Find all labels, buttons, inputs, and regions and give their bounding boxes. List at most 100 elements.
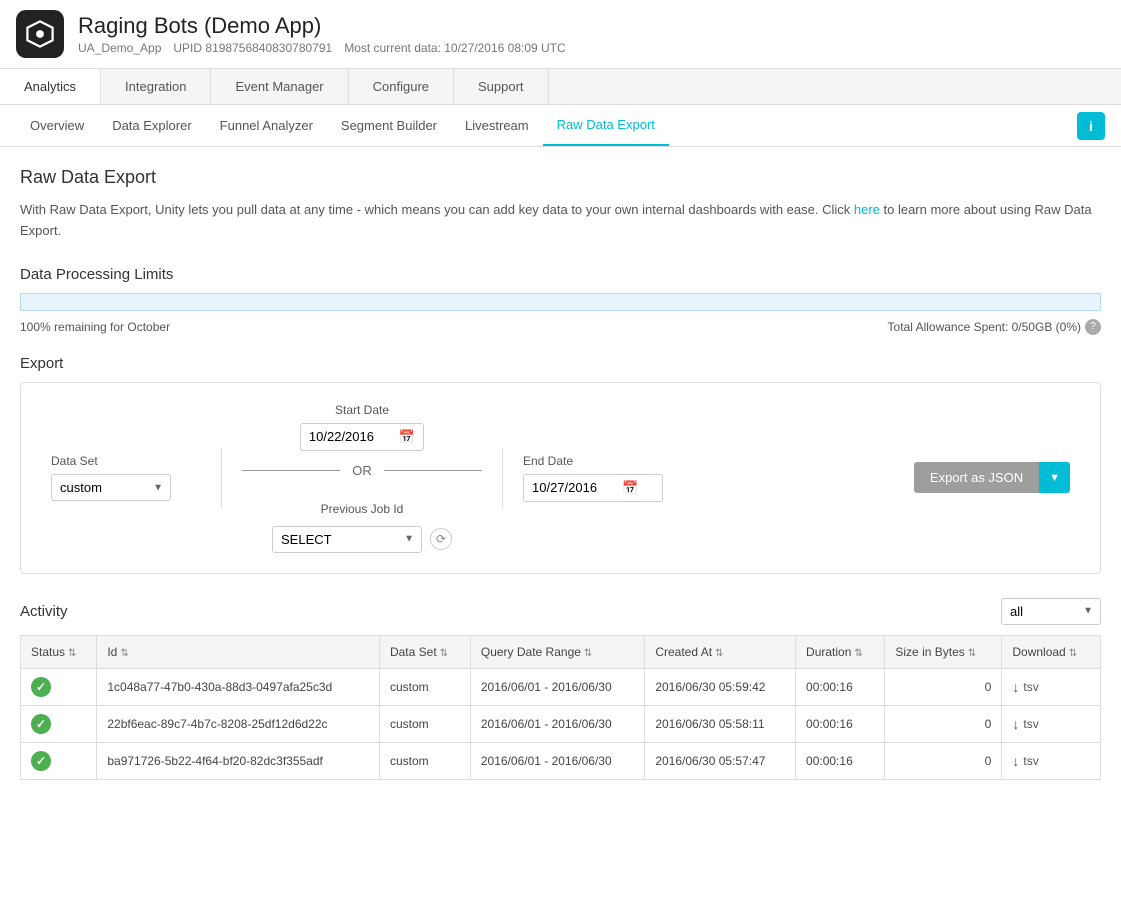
download-link-0[interactable]: ↓ tsv: [1012, 679, 1090, 695]
start-date-input[interactable]: [309, 429, 399, 444]
sub-nav-raw-data-export[interactable]: Raw Data Export: [543, 105, 669, 146]
sort-icon-download[interactable]: ⇅: [1069, 648, 1077, 659]
allowance-help-icon[interactable]: ?: [1085, 319, 1101, 335]
col-created-at: Created At⇅: [645, 635, 796, 668]
sort-icon-id[interactable]: ⇅: [120, 648, 128, 659]
cell-size-1: 0: [885, 705, 1002, 742]
status-check-0: ✓: [31, 677, 51, 697]
prev-job-select-wrapper: SELECT ▼: [272, 526, 422, 553]
end-date-input[interactable]: [532, 480, 622, 495]
cell-duration-1: 00:00:16: [796, 705, 885, 742]
app-header: Raging Bots (Demo App) UA_Demo_App UPID …: [0, 0, 1121, 69]
sort-icon-dataset[interactable]: ⇅: [440, 648, 448, 659]
cell-date-range-2: 2016/06/01 - 2016/06/30: [470, 742, 644, 779]
cell-duration-0: 00:00:16: [796, 668, 885, 705]
cell-status-0: ✓: [21, 668, 97, 705]
export-title: Export: [20, 355, 1101, 372]
app-meta: UA_Demo_App UPID 8198756840830780791 Mos…: [78, 41, 566, 55]
or-line-left: [242, 470, 340, 471]
col-dataset: Data Set⇅: [379, 635, 470, 668]
cell-created-at-0: 2016/06/30 05:59:42: [645, 668, 796, 705]
app-meta-upid: UPID 8198756840830780791: [173, 41, 332, 55]
activity-table: Status⇅ Id⇅ Data Set⇅ Query Date Range⇅ …: [20, 635, 1101, 780]
top-nav: Analytics Integration Event Manager Conf…: [0, 69, 1121, 105]
col-id: Id⇅: [97, 635, 380, 668]
dataset-label: Data Set: [51, 454, 201, 468]
sort-icon-status[interactable]: ⇅: [68, 648, 76, 659]
sub-nav-overview[interactable]: Overview: [16, 106, 98, 145]
progress-bar-container: [20, 293, 1101, 311]
dataset-col: Data Set custom appRunning deviceInfo ▼: [41, 454, 221, 501]
cell-date-range-1: 2016/06/01 - 2016/06/30: [470, 705, 644, 742]
progress-allowance: Total Allowance Spent: 0/50GB (0%) ?: [888, 319, 1101, 335]
cell-date-range-0: 2016/06/01 - 2016/06/30: [470, 668, 644, 705]
start-date-calendar-icon[interactable]: 📅: [399, 429, 415, 445]
export-btn-col: Export as JSON ▼: [914, 462, 1080, 493]
sub-nav-data-explorer[interactable]: Data Explorer: [98, 106, 205, 145]
cell-download-0: ↓ tsv: [1002, 668, 1101, 705]
sub-nav-livestream[interactable]: Livestream: [451, 106, 543, 145]
cell-size-2: 0: [885, 742, 1002, 779]
col-date-range: Query Date Range⇅: [470, 635, 644, 668]
app-name: Raging Bots (Demo App): [78, 13, 566, 39]
app-title-block: Raging Bots (Demo App) UA_Demo_App UPID …: [78, 13, 566, 55]
cell-duration-2: 00:00:16: [796, 742, 885, 779]
col-size: Size in Bytes⇅: [885, 635, 1002, 668]
sort-icon-created-at[interactable]: ⇅: [715, 648, 723, 659]
cell-id-0: 1c048a77-47b0-430a-88d3-0497afa25c3d: [97, 668, 380, 705]
sub-nav-segment-builder[interactable]: Segment Builder: [327, 106, 451, 145]
export-btn-group: Export as JSON ▼: [914, 462, 1070, 493]
col-download: Download⇅: [1002, 635, 1101, 668]
table-row: ✓ 1c048a77-47b0-430a-88d3-0497afa25c3d c…: [21, 668, 1101, 705]
download-link-1[interactable]: ↓ tsv: [1012, 716, 1090, 732]
sort-icon-size[interactable]: ⇅: [968, 648, 976, 659]
export-json-button[interactable]: Export as JSON: [914, 462, 1039, 493]
cell-download-2: ↓ tsv: [1002, 742, 1101, 779]
progress-meta: 100% remaining for October Total Allowan…: [20, 319, 1101, 335]
sort-icon-duration[interactable]: ⇅: [854, 648, 862, 659]
or-line-right: [384, 470, 482, 471]
activity-title: Activity: [20, 603, 68, 620]
or-section: Start Date 📅 OR Previous Job Id SELECT ▼…: [222, 403, 502, 553]
export-dropdown-button[interactable]: ▼: [1039, 462, 1070, 493]
col-status: Status⇅: [21, 635, 97, 668]
start-date-input-wrapper: 📅: [300, 423, 424, 451]
dataset-select[interactable]: custom appRunning deviceInfo: [51, 474, 171, 501]
activity-filter: all completed failed running ▼: [1001, 598, 1101, 625]
export-box: Data Set custom appRunning deviceInfo ▼ …: [20, 382, 1101, 574]
end-date-col: End Date 📅: [503, 454, 683, 502]
top-nav-tab-support[interactable]: Support: [454, 69, 549, 104]
sub-nav: Overview Data Explorer Funnel Analyzer S…: [0, 105, 1121, 147]
main-content: Raw Data Export With Raw Data Export, Un…: [0, 147, 1121, 800]
prev-job-refresh-button[interactable]: ⟳: [430, 528, 452, 550]
dataset-select-wrapper: custom appRunning deviceInfo ▼: [51, 474, 171, 501]
info-button[interactable]: i: [1077, 112, 1105, 140]
activity-filter-select[interactable]: all completed failed running: [1001, 598, 1101, 625]
app-logo: [16, 10, 64, 58]
desc-link[interactable]: here: [854, 202, 880, 217]
page-description: With Raw Data Export, Unity lets you pul…: [20, 200, 1101, 242]
top-nav-tab-integration[interactable]: Integration: [101, 69, 211, 104]
app-meta-name: UA_Demo_App: [78, 41, 161, 55]
table-row: ✓ 22bf6eac-89c7-4b7c-8208-25df12d6d22c c…: [21, 705, 1101, 742]
cell-dataset-0: custom: [379, 668, 470, 705]
end-date-label: End Date: [523, 454, 663, 468]
app-meta-data: Most current data: 10/27/2016 08:09 UTC: [344, 41, 565, 55]
col-duration: Duration⇅: [796, 635, 885, 668]
end-date-calendar-icon[interactable]: 📅: [622, 480, 638, 496]
table-header-row: Status⇅ Id⇅ Data Set⇅ Query Date Range⇅ …: [21, 635, 1101, 668]
or-text: OR: [340, 463, 384, 478]
sort-icon-date-range[interactable]: ⇅: [584, 648, 592, 659]
prev-job-select[interactable]: SELECT: [272, 526, 422, 553]
start-date-label: Start Date: [335, 403, 389, 417]
cell-dataset-1: custom: [379, 705, 470, 742]
sub-nav-funnel-analyzer[interactable]: Funnel Analyzer: [206, 106, 327, 145]
top-nav-tab-configure[interactable]: Configure: [349, 69, 454, 104]
top-nav-tab-event-manager[interactable]: Event Manager: [211, 69, 348, 104]
cell-status-1: ✓: [21, 705, 97, 742]
table-row: ✓ ba971726-5b22-4f64-bf20-82dc3f355adf c…: [21, 742, 1101, 779]
page-title: Raw Data Export: [20, 167, 1101, 188]
download-link-2[interactable]: ↓ tsv: [1012, 753, 1090, 769]
allowance-text: Total Allowance Spent: 0/50GB (0%): [888, 320, 1081, 334]
top-nav-tab-analytics[interactable]: Analytics: [0, 69, 101, 104]
